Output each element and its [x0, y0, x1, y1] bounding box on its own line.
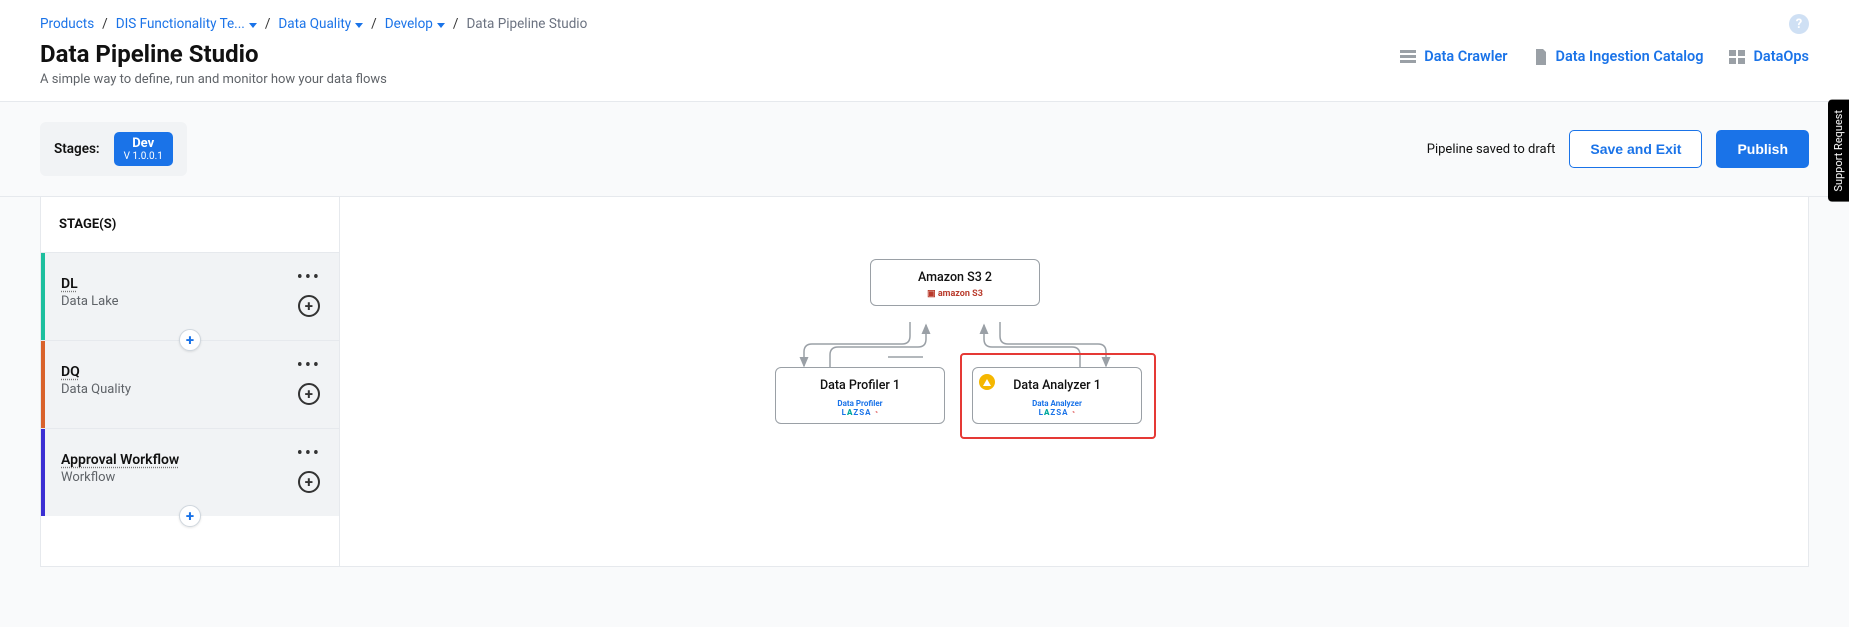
- stage-item-approval-workflow[interactable]: Approval Workflow Workflow ••• + +: [41, 428, 339, 516]
- add-to-stage-button[interactable]: +: [298, 383, 320, 405]
- node-data-analyzer[interactable]: Data Analyzer 1 Data Analyzer LAZSA ◔: [972, 367, 1142, 424]
- stages-label: Stages:: [54, 141, 100, 157]
- pipeline-canvas[interactable]: Amazon S3 2 ▣ amazon S3 Data Profiler 1 …: [340, 197, 1809, 567]
- publish-button[interactable]: Publish: [1716, 130, 1809, 168]
- page-subtitle: A simple way to define, run and monitor …: [40, 72, 387, 87]
- accent-bar: [41, 253, 45, 340]
- node-platform: Data Profiler LAZSA ◔: [782, 399, 938, 417]
- stages-heading: STAGE(S): [41, 197, 339, 252]
- draft-status: Pipeline saved to draft: [1427, 142, 1556, 157]
- support-request-tab[interactable]: Support Request: [1828, 100, 1849, 202]
- stage-name: Data Lake: [61, 294, 297, 309]
- chevron-down-icon: [249, 23, 257, 28]
- page-title: Data Pipeline Studio: [40, 40, 387, 68]
- stage-name: Data Quality: [61, 382, 297, 397]
- stage-code: Approval Workflow: [61, 452, 179, 468]
- help-icon[interactable]: ?: [1789, 14, 1809, 34]
- crumb-dis-functionality[interactable]: DIS Functionality Te...: [116, 16, 257, 32]
- amazon-s3-icon: ▣ amazon S3: [877, 289, 1033, 299]
- link-dataops[interactable]: DataOps: [1729, 48, 1809, 65]
- node-data-profiler[interactable]: Data Profiler 1 Data Profiler LAZSA ◔: [775, 367, 945, 424]
- document-icon: [1534, 49, 1548, 65]
- chevron-down-icon: [437, 23, 445, 28]
- node-title: Amazon S3 2: [877, 270, 1033, 285]
- node-amazon-s3[interactable]: Amazon S3 2 ▣ amazon S3: [870, 259, 1040, 306]
- breadcrumb: Products / DIS Functionality Te... / Dat…: [40, 16, 587, 32]
- more-icon[interactable]: •••: [297, 273, 321, 283]
- stage-item-data-quality[interactable]: DQ Data Quality ••• +: [41, 340, 339, 428]
- more-icon[interactable]: •••: [297, 361, 321, 371]
- stage-item-data-lake[interactable]: DL Data Lake ••• + +: [41, 252, 339, 340]
- chevron-down-icon: [355, 23, 363, 28]
- accent-bar: [41, 429, 45, 516]
- add-to-stage-button[interactable]: +: [298, 471, 320, 493]
- stage-code: DL: [61, 276, 78, 292]
- stages-panel: STAGE(S) DL Data Lake ••• + + DQ Data Qu…: [40, 197, 340, 567]
- add-to-stage-button[interactable]: +: [298, 295, 320, 317]
- node-title: Data Profiler 1: [782, 378, 938, 393]
- grid-icon: [1729, 50, 1745, 64]
- link-data-ingestion-catalog[interactable]: Data Ingestion Catalog: [1534, 48, 1704, 65]
- stage-dev-pill[interactable]: Dev V 1.0.0.1: [114, 132, 173, 166]
- insert-stage-button[interactable]: +: [179, 329, 201, 351]
- crumb-develop[interactable]: Develop: [385, 16, 445, 32]
- crumb-products[interactable]: Products: [40, 16, 94, 32]
- stage-selector-card: Stages: Dev V 1.0.0.1: [40, 122, 187, 176]
- crumb-current: Data Pipeline Studio: [466, 16, 587, 32]
- insert-stage-button[interactable]: +: [179, 505, 201, 527]
- stage-name: Workflow: [61, 470, 297, 485]
- stage-code: DQ: [61, 364, 80, 380]
- save-and-exit-button[interactable]: Save and Exit: [1569, 130, 1702, 168]
- crumb-data-quality[interactable]: Data Quality: [278, 16, 363, 32]
- list-icon: [1400, 50, 1416, 64]
- node-title: Data Analyzer 1: [979, 378, 1135, 393]
- accent-bar: [41, 341, 45, 428]
- more-icon[interactable]: •••: [297, 449, 321, 459]
- warning-icon: [979, 374, 995, 390]
- link-data-crawler[interactable]: Data Crawler: [1400, 48, 1507, 65]
- node-platform: Data Analyzer LAZSA ◔: [979, 399, 1135, 417]
